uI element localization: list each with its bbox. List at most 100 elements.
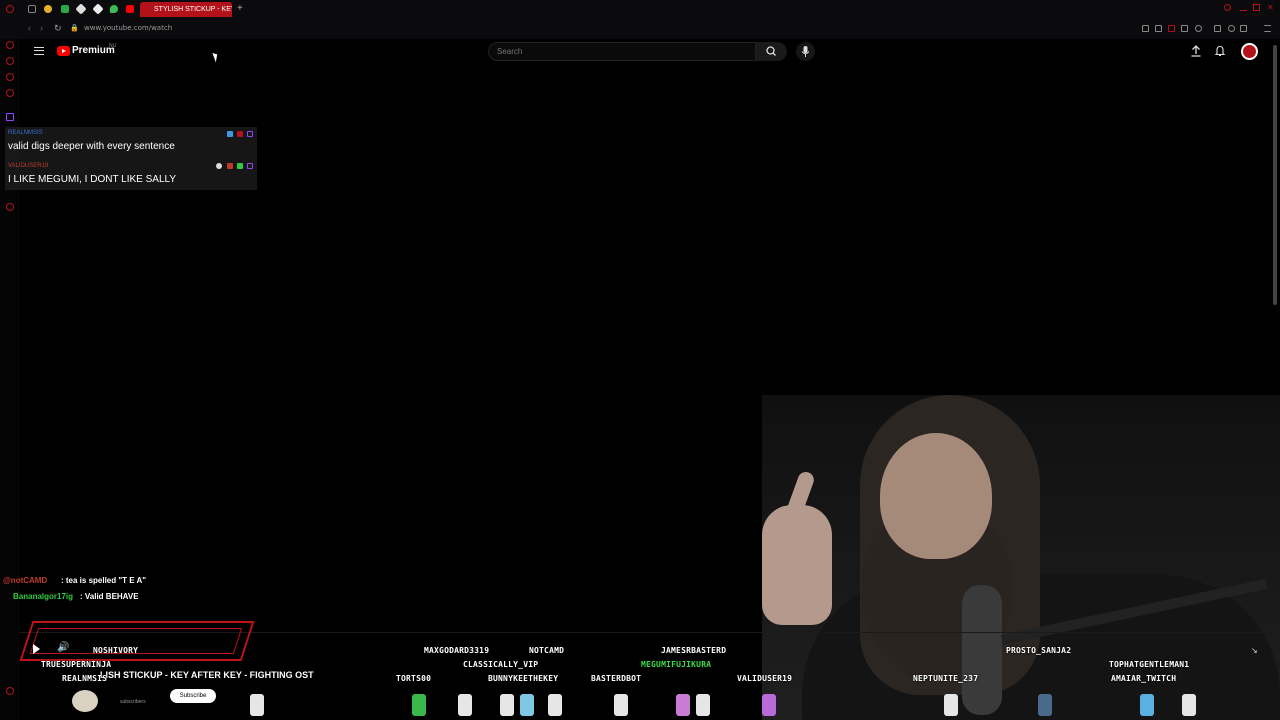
sidebar-item-icon[interactable]	[6, 687, 14, 695]
back-icon[interactable]: ‹	[28, 23, 31, 33]
viewer-sprite	[1140, 694, 1154, 716]
sidebar-item-icon[interactable]	[6, 41, 14, 49]
voice-search-button[interactable]	[796, 42, 815, 61]
viewer-name: REALNMSIS	[62, 674, 108, 683]
close-icon[interactable]: ✕	[1267, 4, 1274, 12]
viewer-name: NOTCAMD	[529, 646, 565, 655]
search-input[interactable]: Search	[488, 42, 756, 61]
viewer-sprite	[250, 694, 264, 716]
viewer-name: BASTERDBOT	[591, 674, 642, 683]
viewer-sprite	[1038, 694, 1052, 716]
download-icon[interactable]	[1240, 25, 1247, 32]
extension-icon[interactable]	[1168, 25, 1175, 32]
viewer-sprite	[458, 694, 472, 716]
youtube-logo-icon[interactable]	[57, 46, 70, 56]
viewer-sprite	[696, 694, 710, 716]
subscribe-button[interactable]: Subscribe	[170, 689, 216, 703]
reload-icon[interactable]: ↻	[54, 23, 62, 34]
viewer-sprite	[1182, 694, 1196, 716]
badge-icon	[227, 131, 233, 137]
new-tab-button[interactable]: +	[237, 3, 243, 14]
viewer-sprite	[412, 694, 426, 716]
play-icon[interactable]	[1181, 25, 1188, 32]
viewer-name: NEPTUNITE_237	[913, 674, 979, 683]
search-placeholder: Search	[497, 47, 523, 56]
profile-icon[interactable]	[1228, 25, 1235, 32]
twitch-icon[interactable]	[6, 113, 14, 121]
chat-message: : tea is spelled "T E A"	[61, 576, 147, 585]
mouse-cursor	[212, 51, 220, 63]
mail-icon[interactable]	[28, 5, 36, 13]
viewer-name: MAXGODARD3319	[424, 646, 490, 655]
microphone	[962, 585, 1002, 715]
forward-icon[interactable]: ›	[40, 23, 43, 33]
account-avatar[interactable]	[1241, 43, 1258, 60]
streamer-face	[880, 433, 992, 559]
chat-message: valid digs deeper with every sentence	[8, 141, 175, 152]
sheets-tab-icon[interactable]	[61, 5, 69, 13]
region-code: NU	[109, 43, 117, 49]
viewer-name: TOPHATGENTLEMAN1	[1109, 660, 1190, 669]
page-scrollbar[interactable]	[1273, 45, 1277, 305]
subscriber-count: subscribers	[120, 699, 146, 705]
chat-overlay: REALNMSIS valid digs deeper with every s…	[5, 127, 257, 190]
chat-username: VALIDUSER19	[8, 163, 49, 169]
lock-icon: 🔒	[70, 25, 79, 32]
play-button[interactable]	[33, 644, 40, 654]
expand-icon[interactable]: ↘	[1251, 646, 1258, 655]
chrome-tab-icon[interactable]	[44, 5, 52, 13]
webcam-feed	[762, 395, 1280, 720]
video-title[interactable]: LISH STICKUP - KEY AFTER KEY - FIGHTING …	[100, 670, 314, 680]
viewer-name: TORTS00	[396, 674, 432, 683]
viewer-name: MEGUMIFUJIKURA	[641, 660, 712, 669]
youtube-tab-icon[interactable]	[126, 5, 134, 13]
channel-avatar[interactable]	[72, 690, 98, 712]
search-icon	[766, 46, 776, 56]
url-field[interactable]: www.youtube.com/watch	[84, 24, 172, 32]
menu-icon[interactable]	[34, 47, 44, 55]
heart-icon[interactable]	[1195, 25, 1202, 32]
player-overlay-name: NOSHIVORY	[93, 646, 139, 655]
volume-icon[interactable]: 🔊	[57, 642, 69, 653]
search-button[interactable]	[756, 42, 787, 61]
sidebar-item-icon[interactable]	[6, 89, 14, 97]
active-tab[interactable]: STYLISH STICKUP - KEY	[140, 2, 232, 17]
viewer-sprite	[614, 694, 628, 716]
viewer-name: AMAIAR_TWITCH	[1111, 674, 1177, 683]
viewer-sprite	[520, 694, 534, 716]
viewer-sprite	[762, 694, 776, 716]
browser-tab-bar: STYLISH STICKUP - KEY + ✕	[0, 0, 1280, 19]
tab-icon[interactable]	[75, 3, 87, 15]
minimize-icon[interactable]	[1240, 4, 1247, 11]
viewer-name: TRUESUPERNINJA	[41, 660, 112, 669]
extension-icon[interactable]	[1142, 25, 1149, 32]
menu-icon[interactable]	[1264, 25, 1271, 32]
address-bar: ‹ › ↻ 🔒 www.youtube.com/watch	[0, 19, 1280, 39]
maximize-icon[interactable]	[1253, 4, 1260, 11]
sidebar-item-icon[interactable]	[6, 73, 14, 81]
tab-icon[interactable]	[92, 3, 104, 15]
viewer-sprite	[676, 694, 690, 716]
microphone-icon	[801, 46, 810, 57]
viewer-sprite	[500, 694, 514, 716]
maps-tab-icon[interactable]	[110, 5, 118, 13]
upload-icon[interactable]	[1190, 45, 1202, 57]
viewer-name: VALIDUSER19	[737, 674, 793, 683]
snapshot-icon[interactable]	[1155, 25, 1162, 32]
search-tabs-icon[interactable]	[1224, 4, 1231, 11]
chat-message: I LIKE MEGUMI, I DONT LIKE SALLY	[8, 174, 177, 185]
viewer-name: JAMESRBASTERD	[661, 646, 727, 655]
badge-icon	[237, 131, 243, 137]
settings-icon[interactable]	[6, 203, 14, 211]
chat-username: REALNMSIS	[8, 130, 43, 136]
twitch-badge-icon	[247, 131, 253, 137]
opera-logo-icon[interactable]	[6, 5, 14, 13]
badge-icon	[227, 163, 233, 169]
viewer-name: CLASSICALLY_VIP	[463, 660, 539, 669]
viewer-name: BUNNYKEETHEKEY	[488, 674, 559, 683]
notifications-icon[interactable]	[1214, 45, 1226, 57]
extensions-icon[interactable]	[1214, 25, 1221, 32]
sidebar-item-icon[interactable]	[6, 57, 14, 65]
viewer-sprite	[548, 694, 562, 716]
chat-message: : Valid BEHAVE	[80, 592, 139, 601]
